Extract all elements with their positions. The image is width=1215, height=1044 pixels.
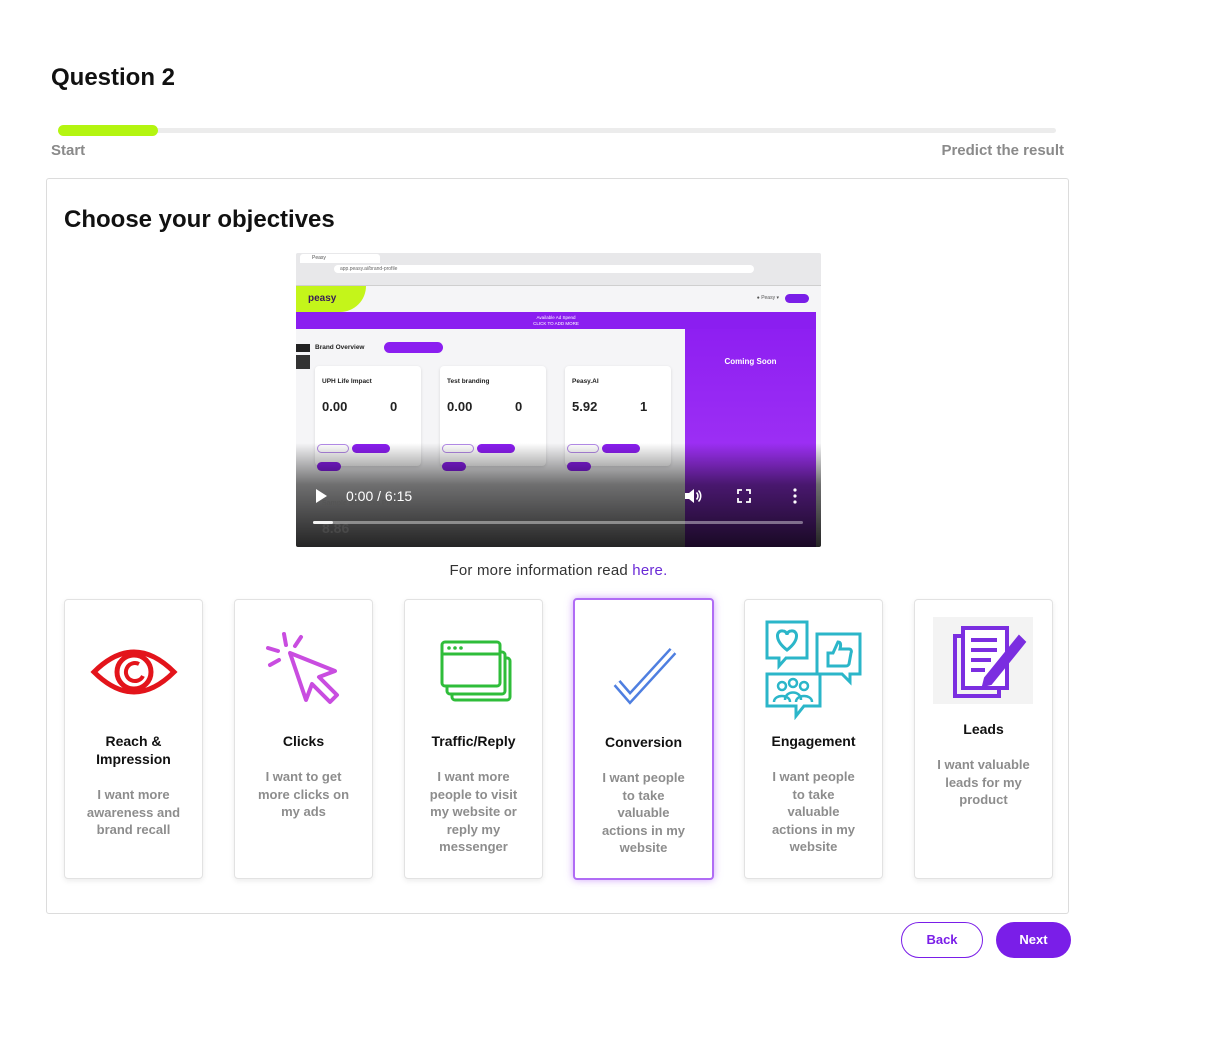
objective-description: I want people to take valuable actions i… — [601, 770, 686, 855]
objective-title: Conversion — [604, 734, 682, 750]
tutorial-video[interactable]: Peasy app.peasy.ai/brand-profile peasy ●… — [296, 253, 821, 547]
cursor-click-icon — [266, 632, 339, 704]
video-brand-overview-label: Brand Overview — [315, 344, 365, 351]
progress-fill — [58, 125, 158, 136]
video-card-name: Peasy.AI — [572, 378, 599, 385]
next-button[interactable]: Next — [996, 922, 1071, 958]
objective-card-reach[interactable]: Reach & Impression I want more awareness… — [64, 599, 203, 879]
video-brand-icon-2 — [296, 355, 310, 369]
video-browser-chrome: Peasy app.peasy.ai/brand-profile — [296, 253, 821, 286]
progress-end-label: Predict the result — [941, 142, 1064, 159]
objective-title: Leads — [963, 721, 1004, 737]
more-info-link[interactable]: here. — [632, 562, 667, 579]
objective-card-clicks[interactable]: Clicks I want to get more clicks on my a… — [234, 599, 373, 879]
objective-description: I want more awareness and brand recall — [86, 787, 181, 837]
objective-card-conversion[interactable]: Conversion I want people to take valuabl… — [573, 598, 714, 880]
objectives-panel: Choose your objectives Peasy app.peasy.a… — [46, 178, 1069, 914]
progress-start-label: Start — [51, 142, 86, 159]
video-browser-tab: Peasy — [300, 254, 380, 263]
video-browser-url: app.peasy.ai/brand-profile — [334, 265, 754, 273]
video-user-chip: ● Peasy ▾ — [756, 295, 779, 301]
video-business-profile-button — [384, 342, 443, 353]
objective-title: Traffic/Reply — [431, 733, 516, 749]
video-peasy-logo: peasy — [296, 286, 366, 312]
more-info-text: For more information read here. — [47, 562, 1070, 579]
objective-description: I want to get more clicks on my ads — [257, 769, 350, 819]
fullscreen-icon[interactable] — [737, 489, 751, 503]
objective-description: I want valuable leads for my product — [937, 757, 1030, 807]
more-options-icon[interactable] — [792, 488, 798, 504]
video-card-name: UPH Life Impact — [322, 378, 372, 385]
social-engagement-icon — [765, 620, 862, 720]
video-banner: Available Ad Spend CLICK TO ADD MORE — [296, 312, 816, 329]
video-card-value: 5.92 — [572, 399, 598, 414]
more-info-label: For more information read — [449, 562, 633, 579]
video-time: 0:00 / 6:15 — [346, 488, 413, 504]
objective-description: I want people to take valuable actions i… — [771, 769, 856, 854]
volume-icon[interactable] — [684, 488, 702, 504]
video-banner-line2: CLICK TO ADD MORE — [533, 321, 579, 326]
back-button[interactable]: Back — [901, 922, 983, 958]
panel-title: Choose your objectives — [64, 206, 335, 233]
question-title: Question 2 — [51, 64, 176, 91]
objective-description: I want more people to visit my website o… — [429, 769, 518, 854]
video-scrubber[interactable] — [313, 521, 803, 524]
video-card-count: 0 — [515, 399, 523, 414]
browser-windows-icon — [440, 640, 512, 702]
video-card-count: 0 — [390, 399, 398, 414]
checkmark-icon — [613, 647, 677, 705]
play-icon[interactable] — [316, 489, 327, 503]
video-card-value: 0.00 — [447, 399, 473, 414]
eye-icon — [90, 649, 178, 695]
objective-card-engagement[interactable]: Engagement I want people to take valuabl… — [744, 599, 883, 879]
progress-track — [58, 125, 1056, 136]
document-pen-icon — [953, 626, 1027, 698]
objective-card-leads[interactable]: Leads I want valuable leads for my produ… — [914, 599, 1053, 879]
video-card-count: 1 — [640, 399, 648, 414]
objective-title: Engagement — [771, 733, 856, 749]
objective-card-traffic[interactable]: Traffic/Reply I want more people to visi… — [404, 599, 543, 879]
video-card-value: 0.00 — [322, 399, 348, 414]
video-card-name: Test branding — [447, 378, 490, 385]
video-scrubber-fill — [313, 521, 333, 524]
objective-cards: Reach & Impression I want more awareness… — [64, 598, 1054, 881]
objective-title: Clicks — [282, 733, 325, 749]
video-brand-icon — [296, 344, 310, 352]
objective-title: Reach & Impression — [96, 733, 171, 767]
video-header-button — [785, 294, 809, 303]
